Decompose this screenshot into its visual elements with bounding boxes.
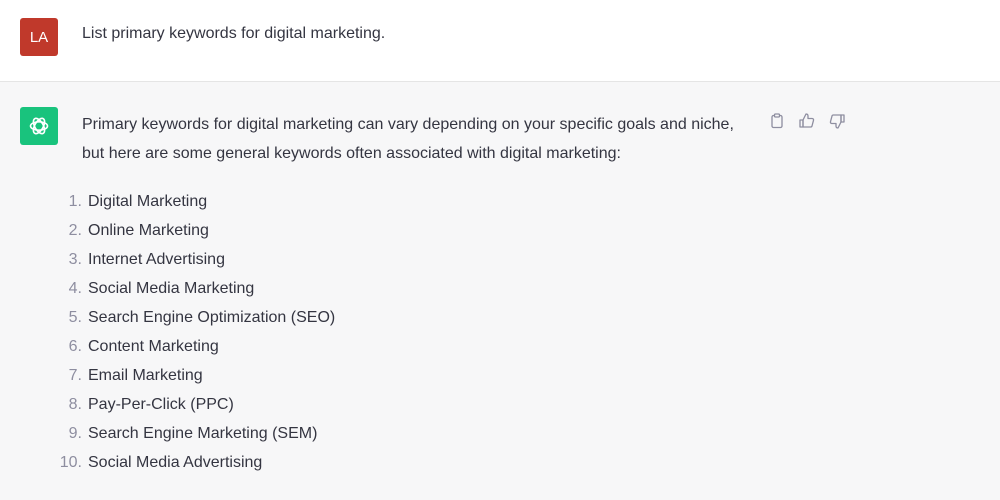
- copy-button[interactable]: [766, 110, 788, 132]
- list-item-number: 4.: [68, 279, 82, 297]
- thumbs-up-button[interactable]: [796, 110, 818, 132]
- assistant-intro-line-2: but here are some general keywords often…: [82, 145, 621, 162]
- list-item-text: Pay-Per-Click (PPC): [88, 395, 234, 413]
- list-item-number: 3.: [68, 250, 82, 268]
- list-item: 7. Email Marketing: [50, 361, 335, 390]
- list-item-text: Search Engine Optimization (SEO): [88, 308, 336, 326]
- keyword-list: 1. Digital Marketing 2. Online Marketing 3…: [50, 187, 335, 477]
- list-item: 6. Content Marketing: [50, 332, 335, 361]
- list-item-number: 9.: [68, 424, 82, 442]
- list-item-number: 7.: [68, 366, 82, 384]
- list-item-number: 1.: [68, 192, 82, 210]
- thumbs-down-icon: [829, 114, 845, 129]
- list-item: 2. Online Marketing: [50, 216, 335, 245]
- list-item-text: Digital Marketing: [88, 192, 208, 210]
- message-actions: [766, 110, 848, 132]
- assistant-intro-text: Primary keywords for digital marketing c…: [82, 110, 772, 168]
- list-item-text: Email Marketing: [88, 366, 203, 384]
- assistant-message-row: Primary keywords for digital marketing c…: [0, 82, 1000, 500]
- list-item-text: Social Media Marketing: [88, 279, 255, 297]
- list-item-text: Online Marketing: [88, 221, 209, 239]
- list-item: 10. Social Media Advertising: [50, 448, 335, 477]
- list-item-number: 2.: [68, 221, 82, 239]
- list-item: 8. Pay-Per-Click (PPC): [50, 390, 335, 419]
- list-item-number: 6.: [68, 337, 82, 355]
- openai-logo-icon: [29, 117, 49, 135]
- list-item-number: 10.: [59, 453, 82, 471]
- copy-icon: [771, 113, 783, 129]
- user-message-row: LA List primary keywords for digital mar…: [0, 0, 1000, 82]
- assistant-intro-line-1: Primary keywords for digital marketing c…: [82, 116, 734, 133]
- assistant-avatar: [20, 107, 58, 145]
- list-item-text: Social Media Advertising: [88, 453, 263, 471]
- thumbs-down-button[interactable]: [826, 110, 848, 132]
- list-item: 9. Search Engine Marketing (SEM): [50, 419, 335, 448]
- list-item: 3. Internet Advertising: [50, 245, 335, 274]
- user-avatar: LA: [20, 18, 58, 56]
- list-item-text: Content Marketing: [88, 337, 219, 355]
- list-item-number: 5.: [68, 308, 82, 326]
- thumbs-up-icon: [799, 113, 815, 128]
- list-item: 4. Social Media Marketing: [50, 274, 335, 303]
- list-item-number: 8.: [68, 395, 82, 413]
- list-item-text: Search Engine Marketing (SEM): [88, 424, 318, 442]
- list-item-text: Internet Advertising: [88, 250, 225, 268]
- list-item: 1. Digital Marketing: [50, 187, 335, 216]
- user-message-text: List primary keywords for digital market…: [82, 25, 386, 42]
- list-item: 5. Search Engine Optimization (SEO): [50, 303, 336, 332]
